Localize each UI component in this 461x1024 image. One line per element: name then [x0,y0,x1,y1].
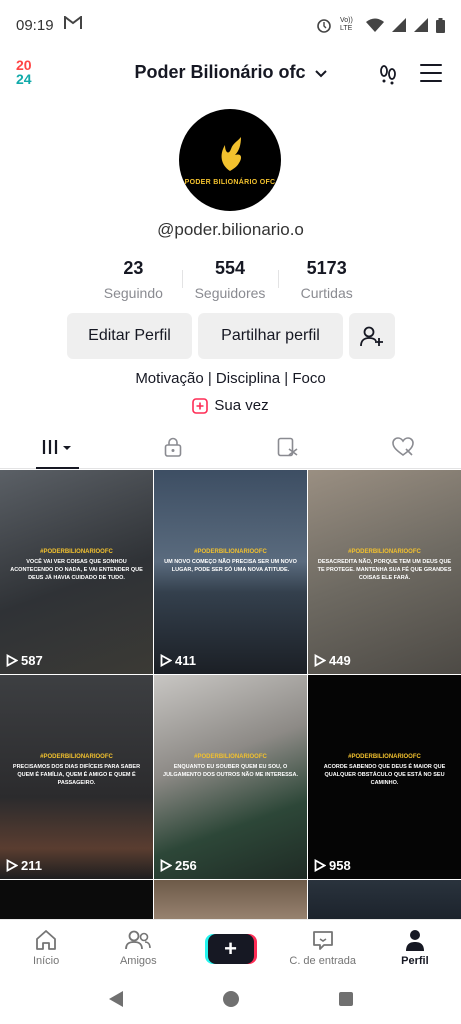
status-bar: 09:19 Vo)) LTE [0,0,461,50]
view-count: 411 [160,653,196,668]
view-count: 587 [6,653,43,668]
video-thumbnail[interactable]: #PODERBILIONARIOOFC Você vai ver coisas q… [0,470,153,674]
back-icon[interactable] [108,991,123,1007]
nav-friends[interactable]: Amigos [92,920,184,974]
play-icon [160,654,172,667]
video-thumbnail[interactable] [0,880,153,922]
tab-liked[interactable] [346,426,461,468]
lock-icon [164,437,182,457]
heart-hidden-icon [392,437,415,456]
play-icon [160,859,172,872]
tab-videos[interactable] [0,426,115,469]
play-icon [314,859,326,872]
video-grid: #PODERBILIONARIOOFC Você vai ver coisas q… [0,470,461,922]
signal-icon [392,18,406,32]
avatar[interactable]: PODER BILIONÁRIO OFC [179,109,281,211]
video-thumbnail[interactable] [154,880,307,922]
username: @poder.bilionario.o [157,220,304,239]
stat-following[interactable]: 23 Seguindo [85,258,182,301]
profile-icon [405,930,424,951]
friends-icon [125,930,152,950]
profile-bio: Motivação | Disciplina | Foco [135,370,326,387]
stat-likes[interactable]: 5173 Curtidas [278,258,375,301]
play-icon [314,654,326,667]
avatar-text: PODER BILIONÁRIO OFC [184,178,276,186]
your-turn-label: Sua vez [214,397,269,414]
play-icon [6,654,18,667]
account-name: Poder Bilionário ofc [134,62,306,82]
menu-icon[interactable] [420,64,442,82]
inbox-icon [312,931,333,950]
view-count: 256 [160,858,197,873]
alarm-icon [316,17,332,33]
recents-icon[interactable] [338,992,353,1006]
battery-icon [436,17,445,33]
repost-hidden-icon [277,437,298,457]
tab-reposts[interactable] [231,426,346,468]
chevron-down-icon [314,65,327,81]
video-thumbnail[interactable]: #PODERBILIONARIOOFC Acorde sabendo que De… [308,675,461,879]
nav-profile[interactable]: Perfil [369,920,461,974]
volte-icon: Vo)) LTE [340,17,353,32]
system-nav-bar [0,974,461,1024]
nav-create[interactable]: + [184,920,276,974]
view-count: 449 [314,653,351,668]
home-icon [36,930,56,950]
video-thumbnail[interactable]: #PODERBILIONARIOOFC Enquanto eu souber qu… [154,675,307,879]
video-thumbnail[interactable]: #PODERBILIONARIOOFC Precisamos dos dias d… [0,675,153,879]
nav-inbox[interactable]: C. de entrada [277,920,369,974]
profile-tabs [0,426,461,469]
add-friend-button[interactable] [349,313,395,359]
gmail-icon [63,15,82,34]
create-button[interactable]: + [207,934,254,964]
signal-icon-2 [414,18,428,32]
tab-private[interactable] [115,426,230,468]
nav-home[interactable]: Início [0,920,92,974]
status-time: 09:19 [16,16,54,34]
wifi-icon [366,18,384,32]
your-turn-link[interactable]: Sua vez [0,397,461,414]
footprint-icon[interactable] [376,62,400,86]
grid-icon [42,440,71,454]
video-thumbnail[interactable]: #PODERBILIONARIOOFC Um novo começo não pr… [154,470,307,674]
view-count: 958 [314,858,351,873]
profile-stats: 23 Seguindo 554 Seguidores 5173 Curtidas [85,258,375,301]
add-story-icon [192,397,209,414]
logo-phoenix-icon [221,136,242,171]
home-circle-icon[interactable] [222,991,239,1007]
add-person-icon [360,326,383,347]
play-icon [6,859,18,872]
edit-profile-button[interactable]: Editar Perfil [67,313,192,359]
share-profile-button[interactable]: Partilhar perfil [198,313,343,359]
bottom-nav: Início Amigos + C. de entrada Perfil [0,919,461,974]
video-thumbnail[interactable]: #PODERBILIONARIOOFC Desacredita não, porq… [308,470,461,674]
view-count: 211 [6,858,42,873]
profile-header: 20 24 Poder Bilionário ofc [0,50,461,98]
video-thumbnail[interactable] [308,880,461,922]
profile-actions: Editar Perfil Partilhar perfil [67,313,395,359]
stat-followers[interactable]: 554 Seguidores [181,258,279,301]
